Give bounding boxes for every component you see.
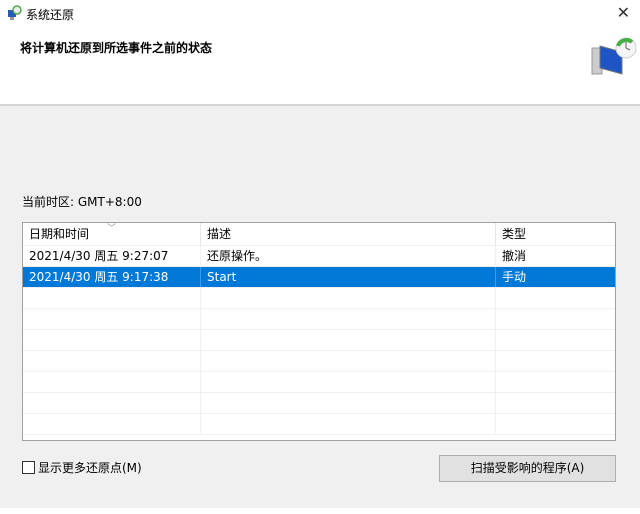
empty-row	[23, 351, 615, 372]
table-row-selected[interactable]: 2021/4/30 周五 9:17:38 Start 手动	[23, 267, 615, 288]
row-description: 还原操作。	[201, 246, 496, 266]
list-header: 日期和时间 描述 类型 ﹀	[23, 223, 615, 246]
page-subtitle: 将计算机还原到所选事件之前的状态	[20, 41, 213, 55]
row-type: 撤消	[502, 249, 527, 263]
table-row[interactable]: 2021/4/30 周五 9:27:07 还原操作。 撤消	[23, 246, 615, 267]
row-type: 手动	[502, 270, 527, 284]
row-date: 2021/4/30 周五 9:17:38	[23, 267, 201, 287]
system-restore-icon	[8, 5, 22, 20]
empty-row	[23, 393, 615, 414]
column-header-type[interactable]: 类型	[496, 223, 615, 245]
close-button[interactable]: ✕	[617, 3, 630, 22]
header-panel: 系统还原 ✕ 将计算机还原到所选事件之前的状态	[0, 0, 640, 106]
empty-row	[23, 330, 615, 351]
empty-row	[23, 309, 615, 330]
empty-row	[23, 414, 615, 435]
column-header-description[interactable]: 描述	[201, 223, 496, 245]
footer-strip	[0, 508, 640, 514]
row-date: 2021/4/30 周五 9:27:07	[23, 246, 201, 266]
row-description: Start	[201, 267, 496, 287]
restore-point-list[interactable]: 日期和时间 描述 类型 ﹀ 2021/4/30 周五 9:27:07 还原操作。…	[22, 222, 616, 441]
show-more-restore-points[interactable]: 显示更多还原点(M)	[22, 459, 142, 476]
scan-affected-programs-button[interactable]: 扫描受影响的程序(A)	[439, 455, 616, 482]
timezone-label: 当前时区: GMT+8:00	[22, 195, 142, 209]
window-title: 系统还原	[26, 8, 75, 22]
empty-row	[23, 372, 615, 393]
sort-chevron-icon: ﹀	[107, 224, 117, 234]
show-more-checkbox[interactable]	[22, 461, 35, 474]
system-restore-large-icon	[591, 37, 637, 75]
show-more-label[interactable]: 显示更多还原点(M)	[38, 459, 142, 476]
empty-row	[23, 288, 615, 309]
